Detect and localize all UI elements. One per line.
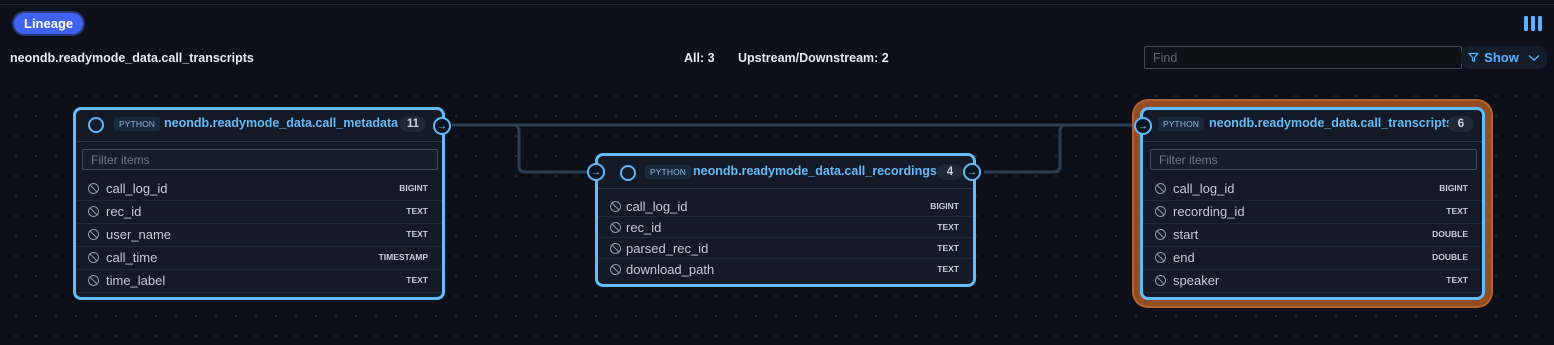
nullable-icon: [88, 183, 99, 194]
column-type: DOUBLE: [1432, 252, 1468, 262]
column-row[interactable]: start DOUBLE: [1143, 224, 1482, 247]
nullable-icon: [1155, 183, 1166, 194]
show-button[interactable]: Show: [1461, 46, 1547, 69]
nullable-icon: [88, 206, 99, 217]
tab-lineage[interactable]: Lineage: [14, 13, 84, 34]
nullable-icon: [610, 201, 621, 212]
nullable-icon: [88, 275, 99, 286]
node-title[interactable]: neondb.readymode_data.call_transcripts: [1209, 116, 1453, 130]
select-radio-icon[interactable]: [88, 117, 104, 133]
column-type: TEXT: [937, 243, 959, 253]
nullable-icon: [88, 229, 99, 240]
column-list: call_log_id BIGINT recording_id TEXT start…: [1143, 178, 1482, 297]
filter-icon: [1468, 52, 1479, 63]
top-divider: [0, 4, 1554, 5]
column-type: BIGINT: [930, 201, 959, 211]
column-name: call_log_id: [106, 181, 168, 196]
column-row[interactable]: call_log_id BIGINT: [1143, 178, 1482, 201]
node-title[interactable]: neondb.readymode_data.call_metadata: [164, 116, 398, 130]
column-list: call_log_id BIGINT rec_id TEXT parsed_rec_…: [598, 196, 973, 280]
column-row[interactable]: call_log_id BIGINT: [598, 196, 973, 217]
input-port-icon[interactable]: →: [587, 163, 605, 181]
columns-icon[interactable]: [1524, 16, 1542, 31]
column-row[interactable]: parsed_rec_id TEXT: [598, 238, 973, 259]
column-name: call_time: [106, 250, 158, 265]
column-name: parsed_rec_id: [626, 241, 709, 256]
column-name: rec_id: [626, 220, 662, 235]
edge-recordings-transcripts: [984, 123, 1135, 174]
column-type: TEXT: [937, 222, 959, 232]
column-name: rec_id: [106, 204, 142, 219]
filter-items-input[interactable]: Filter items: [82, 149, 438, 170]
node-header: PYTHON neondb.readymode_data.call_metada…: [76, 110, 442, 142]
column-row[interactable]: recording_id TEXT: [1143, 201, 1482, 224]
column-count-badge: 11: [400, 116, 426, 132]
find-input[interactable]: [1144, 46, 1462, 69]
column-row[interactable]: rec_id TEXT: [598, 217, 973, 238]
node-title[interactable]: neondb.readymode_data.call_recordings: [693, 164, 937, 178]
nullable-icon: [1155, 252, 1166, 263]
nullable-icon: [610, 264, 621, 275]
nullable-icon: [1155, 275, 1166, 286]
column-name: recording_id: [1173, 204, 1245, 219]
nullable-icon: [1155, 206, 1166, 217]
edge-metadata-recordings: [452, 123, 588, 174]
node-header: PYTHON neondb.readymode_data.call_transc…: [1143, 110, 1482, 142]
select-radio-icon[interactable]: [620, 165, 636, 181]
column-type: DOUBLE: [1432, 229, 1468, 239]
column-name: time_label: [106, 273, 166, 288]
node-call-recordings[interactable]: PYTHON neondb.readymode_data.call_record…: [587, 153, 981, 287]
chevron-down-icon: [1528, 54, 1540, 61]
column-row[interactable]: rec_id TEXT: [76, 201, 442, 224]
column-name: download_path: [626, 262, 715, 277]
column-list: call_log_id BIGINT rec_id TEXT user_name TE…: [76, 178, 442, 297]
page-title: neondb.readymode_data.call_transcripts: [10, 51, 254, 65]
column-row[interactable]: download_path TEXT: [598, 259, 973, 280]
type-badge: PYTHON: [1158, 117, 1205, 131]
show-label: Show: [1484, 50, 1519, 65]
column-name: user_name: [106, 227, 172, 242]
column-row[interactable]: call_log_id BIGINT: [76, 178, 442, 201]
column-type: TEXT: [937, 264, 959, 274]
column-type: TEXT: [406, 229, 428, 239]
nullable-icon: [1155, 229, 1166, 240]
nullable-icon: [88, 252, 99, 263]
column-type: TEXT: [406, 275, 428, 285]
column-type: TEXT: [1446, 206, 1468, 216]
all-count: All: 3: [684, 51, 715, 65]
column-name: end: [1173, 250, 1195, 265]
column-type: TEXT: [1446, 275, 1468, 285]
nullable-icon: [610, 222, 621, 233]
node-call-transcripts[interactable]: PYTHON neondb.readymode_data.call_transc…: [1134, 107, 1485, 300]
column-type: BIGINT: [399, 183, 428, 193]
node-header: PYTHON neondb.readymode_data.call_record…: [598, 156, 973, 189]
column-type: BIGINT: [1439, 183, 1468, 193]
column-type: TIMESTAMP: [378, 252, 428, 262]
filter-items-input[interactable]: Filter items: [1150, 149, 1477, 170]
type-badge: PYTHON: [645, 165, 692, 179]
nullable-icon: [610, 243, 621, 254]
column-name: speaker: [1173, 273, 1220, 288]
column-row[interactable]: time_label TEXT: [76, 270, 442, 293]
column-row[interactable]: end DOUBLE: [1143, 247, 1482, 270]
node-call-metadata[interactable]: PYTHON neondb.readymode_data.call_metada…: [73, 107, 451, 300]
output-port-icon[interactable]: →: [963, 163, 981, 181]
upstream-downstream-count: Upstream/Downstream: 2: [738, 51, 889, 65]
column-row[interactable]: speaker TEXT: [1143, 270, 1482, 293]
column-row[interactable]: call_time TIMESTAMP: [76, 247, 442, 270]
column-count-badge: 6: [1448, 116, 1474, 132]
column-name: call_log_id: [1173, 181, 1235, 196]
type-badge: PYTHON: [114, 117, 161, 131]
column-count-badge: 4: [937, 164, 963, 180]
input-port-icon[interactable]: →: [1134, 117, 1152, 135]
column-row[interactable]: user_name TEXT: [76, 224, 442, 247]
column-name: call_log_id: [626, 199, 688, 214]
lineage-canvas[interactable]: PYTHON neondb.readymode_data.call_metada…: [0, 78, 1554, 345]
column-type: TEXT: [406, 206, 428, 216]
column-name: start: [1173, 227, 1199, 242]
output-port-icon[interactable]: →: [433, 117, 451, 135]
